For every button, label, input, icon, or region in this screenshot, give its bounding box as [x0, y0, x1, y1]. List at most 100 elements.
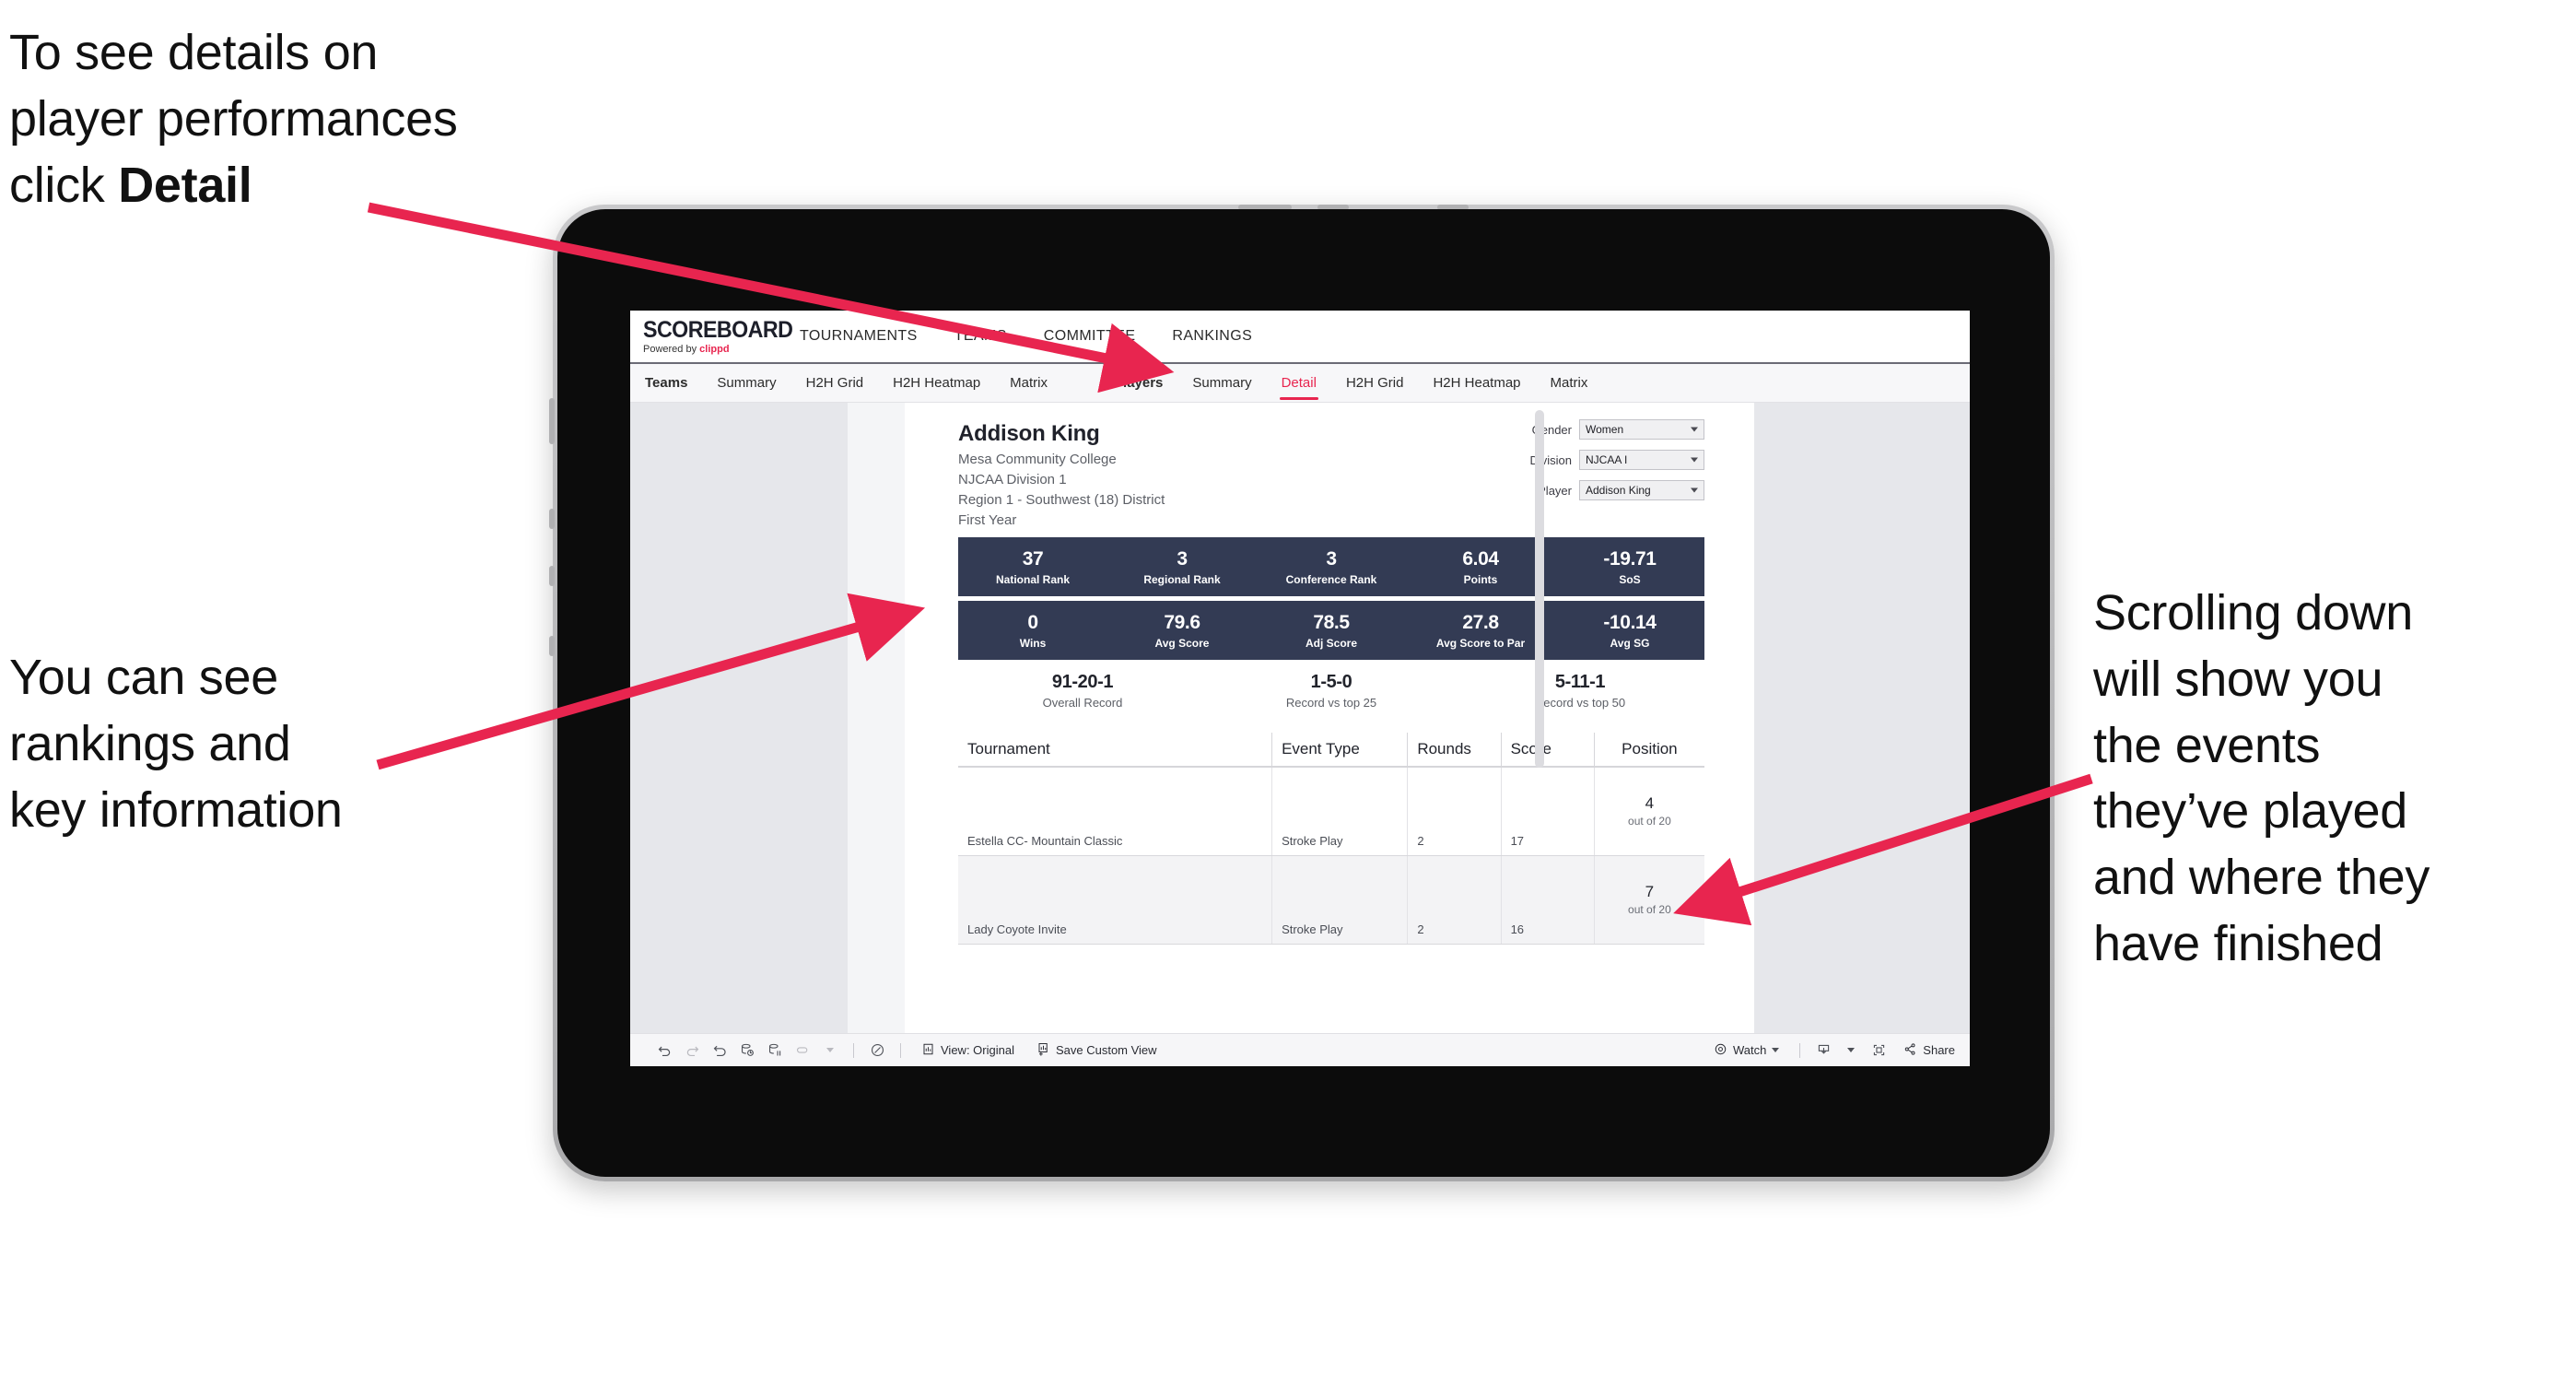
- tablet-device: SCOREBOARD Powered by clippd TOURNAMENTS…: [549, 205, 2055, 1181]
- kpi-value: 0: [1027, 611, 1038, 633]
- viz-toolbar: View: Original Save Custom View Watch Sh…: [630, 1033, 1970, 1066]
- kpi-adj-score: 78.5 Adj Score: [1257, 612, 1406, 650]
- cell-score: 17: [1501, 767, 1595, 856]
- cell-tournament: Estella CC- Mountain Classic: [958, 767, 1273, 856]
- kpi-conference-rank: 3 Conference Rank: [1257, 548, 1406, 586]
- chevron-down-icon: [1691, 487, 1698, 493]
- sub-nav-group-teams: Teams Summary H2H Grid H2H Heatmap Matri…: [630, 364, 1062, 402]
- annotation-scrolling-line6: have finished: [2093, 916, 2383, 972]
- custom-views-caret[interactable]: [816, 1034, 844, 1067]
- sub-nav-players-detail[interactable]: Detail: [1267, 364, 1331, 403]
- kpi-sos: -19.71 SoS: [1555, 548, 1704, 586]
- filter-row-division: Division NJCAA I: [1502, 450, 1704, 470]
- pause-auto-update-icon[interactable]: [863, 1034, 891, 1067]
- table-row[interactable]: Estella CC- Mountain Classic Stroke Play…: [958, 767, 1704, 856]
- save-custom-view-button[interactable]: Save Custom View: [1036, 1042, 1157, 1059]
- tablet-side-button-3: [549, 566, 555, 586]
- table-row[interactable]: Lady Coyote Invite Stroke Play 2 16 7 ou…: [958, 855, 1704, 945]
- kpi-label: Wins: [1019, 636, 1047, 650]
- top-nav-item-teams[interactable]: TEAMS: [936, 311, 1025, 363]
- column-header-event-type[interactable]: Event Type: [1271, 733, 1409, 768]
- annotation-scrolling-line2: will show you: [2093, 651, 2383, 707]
- position-value: 4: [1645, 794, 1655, 813]
- filter-select-gender[interactable]: Women: [1579, 419, 1704, 440]
- download-caret[interactable]: [1837, 1034, 1865, 1067]
- cell-position: 4 out of 20: [1594, 767, 1704, 856]
- column-header-score[interactable]: Score: [1501, 733, 1595, 768]
- sub-nav-teams-h2h-grid[interactable]: H2H Grid: [791, 364, 879, 403]
- kpi-label: Avg Score to Par: [1435, 636, 1526, 650]
- sub-nav: Teams Summary H2H Grid H2H Heatmap Matri…: [630, 364, 1970, 403]
- annotation-scrolling-line3: the events: [2093, 717, 2321, 773]
- player-class-year: First Year: [958, 512, 1017, 528]
- share-button[interactable]: Share: [1903, 1042, 1955, 1059]
- sub-nav-players-summary[interactable]: Summary: [1177, 364, 1266, 403]
- site-header: SCOREBOARD Powered by clippd TOURNAMENTS…: [630, 311, 1970, 364]
- sub-nav-teams-matrix[interactable]: Matrix: [995, 364, 1062, 403]
- sub-nav-players[interactable]: Players: [1099, 364, 1177, 403]
- toolbar-divider: [853, 1042, 854, 1058]
- annotation-scrolling-line4: they’ve played: [2093, 783, 2408, 840]
- share-label: Share: [1923, 1043, 1955, 1057]
- brand-logo[interactable]: SCOREBOARD Powered by clippd: [630, 318, 793, 355]
- top-nav-item-rankings[interactable]: RANKINGS: [1153, 311, 1270, 363]
- kpi-label: Avg Score: [1154, 636, 1210, 650]
- filter-row-player: Player Addison King: [1502, 480, 1704, 500]
- kpi-label: Avg SG: [1610, 636, 1650, 650]
- player-division: NJCAA Division 1: [958, 472, 1067, 487]
- column-header-tournament[interactable]: Tournament: [958, 733, 1273, 768]
- toolbar-divider: [900, 1042, 901, 1058]
- kpi-label: Adj Score: [1305, 636, 1357, 650]
- viz-canvas: Addison King Mesa Community College NJCA…: [630, 403, 1970, 1033]
- slide-canvas: SCOREBOARD Powered by clippd TOURNAMENTS…: [0, 0, 2576, 1386]
- sub-nav-teams[interactable]: Teams: [630, 364, 702, 403]
- undo-icon[interactable]: [650, 1034, 678, 1067]
- watch-button[interactable]: Watch: [1714, 1042, 1780, 1059]
- filter-select-player[interactable]: Addison King: [1579, 480, 1704, 500]
- column-header-position[interactable]: Position: [1594, 733, 1704, 768]
- record-value: 5-11-1: [1554, 672, 1606, 692]
- record-label: Overall Record: [1042, 696, 1123, 710]
- chevron-down-icon: [1691, 427, 1698, 432]
- sub-nav-teams-summary[interactable]: Summary: [702, 364, 790, 403]
- cell-rounds: 2: [1407, 855, 1502, 945]
- record-vs-top-50: 5-11-1 Record vs top 50: [1456, 672, 1704, 710]
- tablet-side-button-2: [549, 509, 555, 529]
- annotation-detail-line2: player performances: [9, 90, 458, 147]
- view-original-button[interactable]: View: Original: [921, 1042, 1014, 1059]
- sub-nav-players-matrix[interactable]: Matrix: [1536, 364, 1603, 403]
- filter-value-gender: Women: [1586, 423, 1624, 436]
- column-header-rounds[interactable]: Rounds: [1407, 733, 1502, 768]
- top-nav-item-tournaments[interactable]: TOURNAMENTS: [781, 311, 936, 363]
- revert-icon[interactable]: [706, 1034, 733, 1067]
- annotation-detail: To see details on player performances cl…: [9, 20, 599, 218]
- kpi-avg-score: 79.6 Avg Score: [1107, 612, 1257, 650]
- top-nav-item-committee[interactable]: COMMITTEE: [1025, 311, 1154, 363]
- sub-nav-group-players: Players Summary Detail H2H Grid H2H Heat…: [1099, 364, 1602, 402]
- kpi-avg-score-to-par: 27.8 Avg Score to Par: [1406, 612, 1555, 650]
- kpi-label: Regional Rank: [1143, 572, 1221, 586]
- download-icon[interactable]: [1809, 1034, 1837, 1067]
- tablet-bezel: SCOREBOARD Powered by clippd TOURNAMENTS…: [557, 209, 2050, 1177]
- redo-icon[interactable]: [678, 1034, 706, 1067]
- annotation-rankings-line1: You can see: [9, 650, 278, 705]
- annotation-detail-line3: click Detail: [9, 153, 599, 219]
- player-region: Region 1 - Southwest (18) District: [958, 492, 1165, 508]
- fullscreen-icon[interactable]: [1865, 1034, 1892, 1067]
- filter-select-division[interactable]: NJCAA I: [1579, 450, 1704, 470]
- sub-nav-teams-h2h-heatmap[interactable]: H2H Heatmap: [878, 364, 995, 403]
- kpi-value: -19.71: [1603, 547, 1657, 570]
- kpi-bar-rankings: 37 National Rank 3 Regional Rank 3 Confe…: [958, 537, 1704, 596]
- app-screen: SCOREBOARD Powered by clippd TOURNAMENTS…: [630, 311, 1970, 1066]
- pause-updates-icon[interactable]: [761, 1034, 789, 1067]
- sub-nav-players-h2h-heatmap[interactable]: H2H Heatmap: [1418, 364, 1535, 403]
- vertical-scrollbar[interactable]: [1535, 410, 1544, 768]
- refresh-data-icon[interactable]: [733, 1034, 761, 1067]
- kpi-value: 3: [1326, 547, 1337, 570]
- custom-views-icon[interactable]: [789, 1034, 816, 1067]
- annotation-rankings-line2: rankings and: [9, 715, 291, 771]
- filter-value-player: Addison King: [1586, 484, 1651, 497]
- cell-event-type: Stroke Play: [1271, 855, 1409, 945]
- sub-nav-players-h2h-grid[interactable]: H2H Grid: [1331, 364, 1419, 403]
- kpi-value: 37: [1022, 547, 1044, 570]
